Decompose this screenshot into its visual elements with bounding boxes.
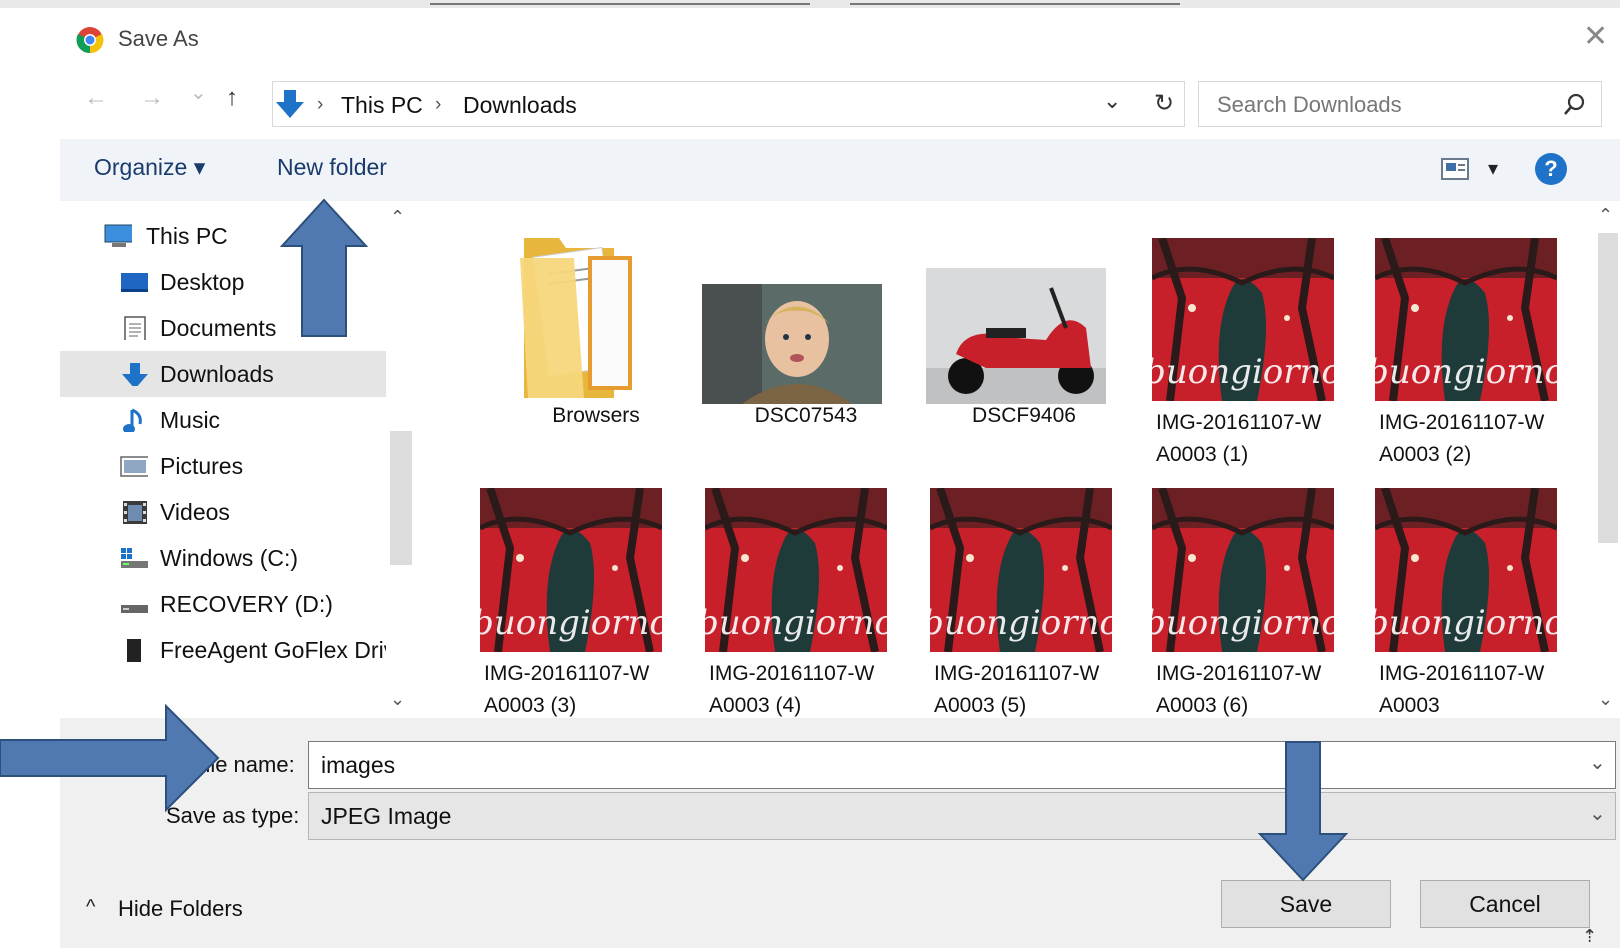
annotation-overlay bbox=[0, 198, 1349, 882]
arrow-up-annotation bbox=[279, 198, 369, 337]
arrow-right-annotation bbox=[0, 703, 220, 813]
arrow-down-annotation bbox=[1257, 741, 1349, 882]
